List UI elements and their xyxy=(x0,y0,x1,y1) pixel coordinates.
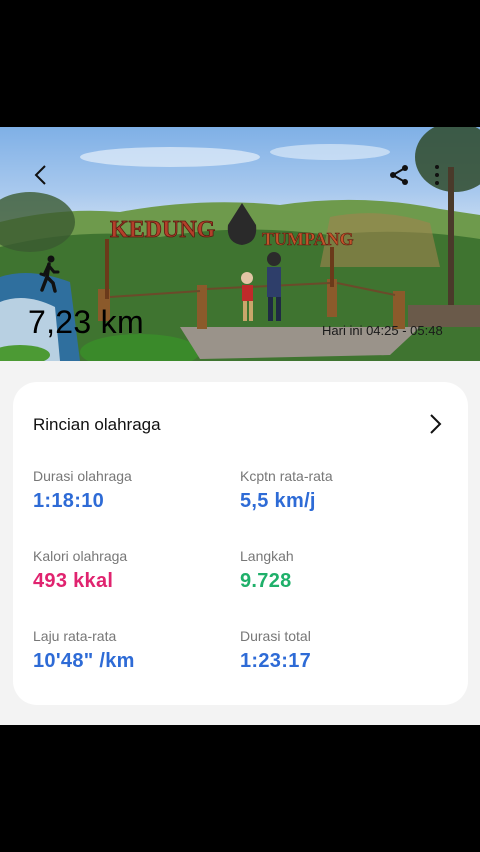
svg-text:KEDUNG: KEDUNG xyxy=(110,217,216,243)
stat-steps: Langkah 9.728 xyxy=(240,548,440,593)
share-button[interactable] xyxy=(383,159,415,191)
stat-value: 5,5 km/j xyxy=(240,490,316,512)
stat-value: 10'48" /km xyxy=(33,650,135,672)
stat-calories: Kalori olahraga 493 kkal xyxy=(33,548,233,593)
workout-photo: KEDUNG TUMPANG 7,23 km Hari ini 04:25 - … xyxy=(0,127,480,361)
svg-text:TUMPANG: TUMPANG xyxy=(262,229,354,249)
back-button[interactable] xyxy=(25,159,57,191)
card-title: Rincian olahraga xyxy=(33,415,161,434)
chevron-left-icon xyxy=(34,165,46,185)
stat-label: Laju rata-rata xyxy=(33,628,117,644)
stat-label: Kalori olahraga xyxy=(33,548,128,564)
stat-value: 1:18:10 xyxy=(33,490,105,512)
stat-exercise-duration: Durasi olahraga 1:18:10 xyxy=(33,468,233,513)
stat-value: 9.728 xyxy=(240,570,292,592)
stat-total-duration: Durasi total 1:23:17 xyxy=(240,628,440,673)
stat-average-speed: Kcptn rata-rata 5,5 km/j xyxy=(240,468,440,513)
chevron-right-icon[interactable] xyxy=(423,412,447,436)
walking-icon xyxy=(39,255,60,293)
more-vertical-icon xyxy=(435,165,439,185)
stat-label: Durasi olahraga xyxy=(33,468,132,484)
share-icon xyxy=(390,165,408,185)
workout-details-card: Rincian olahraga Durasi olahraga 1:18:10… xyxy=(13,382,468,705)
workout-detail-screen: KEDUNG TUMPANG 7,23 km Hari ini 04:25 - … xyxy=(0,127,480,725)
stat-value: 493 kkal xyxy=(33,570,114,592)
more-options-button[interactable] xyxy=(421,159,453,191)
workout-time-range: Hari ini 04:25 - 05:48 xyxy=(322,323,443,338)
stat-label: Langkah xyxy=(240,548,294,564)
stat-label: Durasi total xyxy=(240,628,311,644)
stat-label: Kcptn rata-rata xyxy=(240,468,333,484)
distance-value: 7,23 km xyxy=(28,304,144,340)
stat-average-pace: Laju rata-rata 10'48" /km xyxy=(33,628,233,673)
stat-value: 1:23:17 xyxy=(240,650,312,672)
